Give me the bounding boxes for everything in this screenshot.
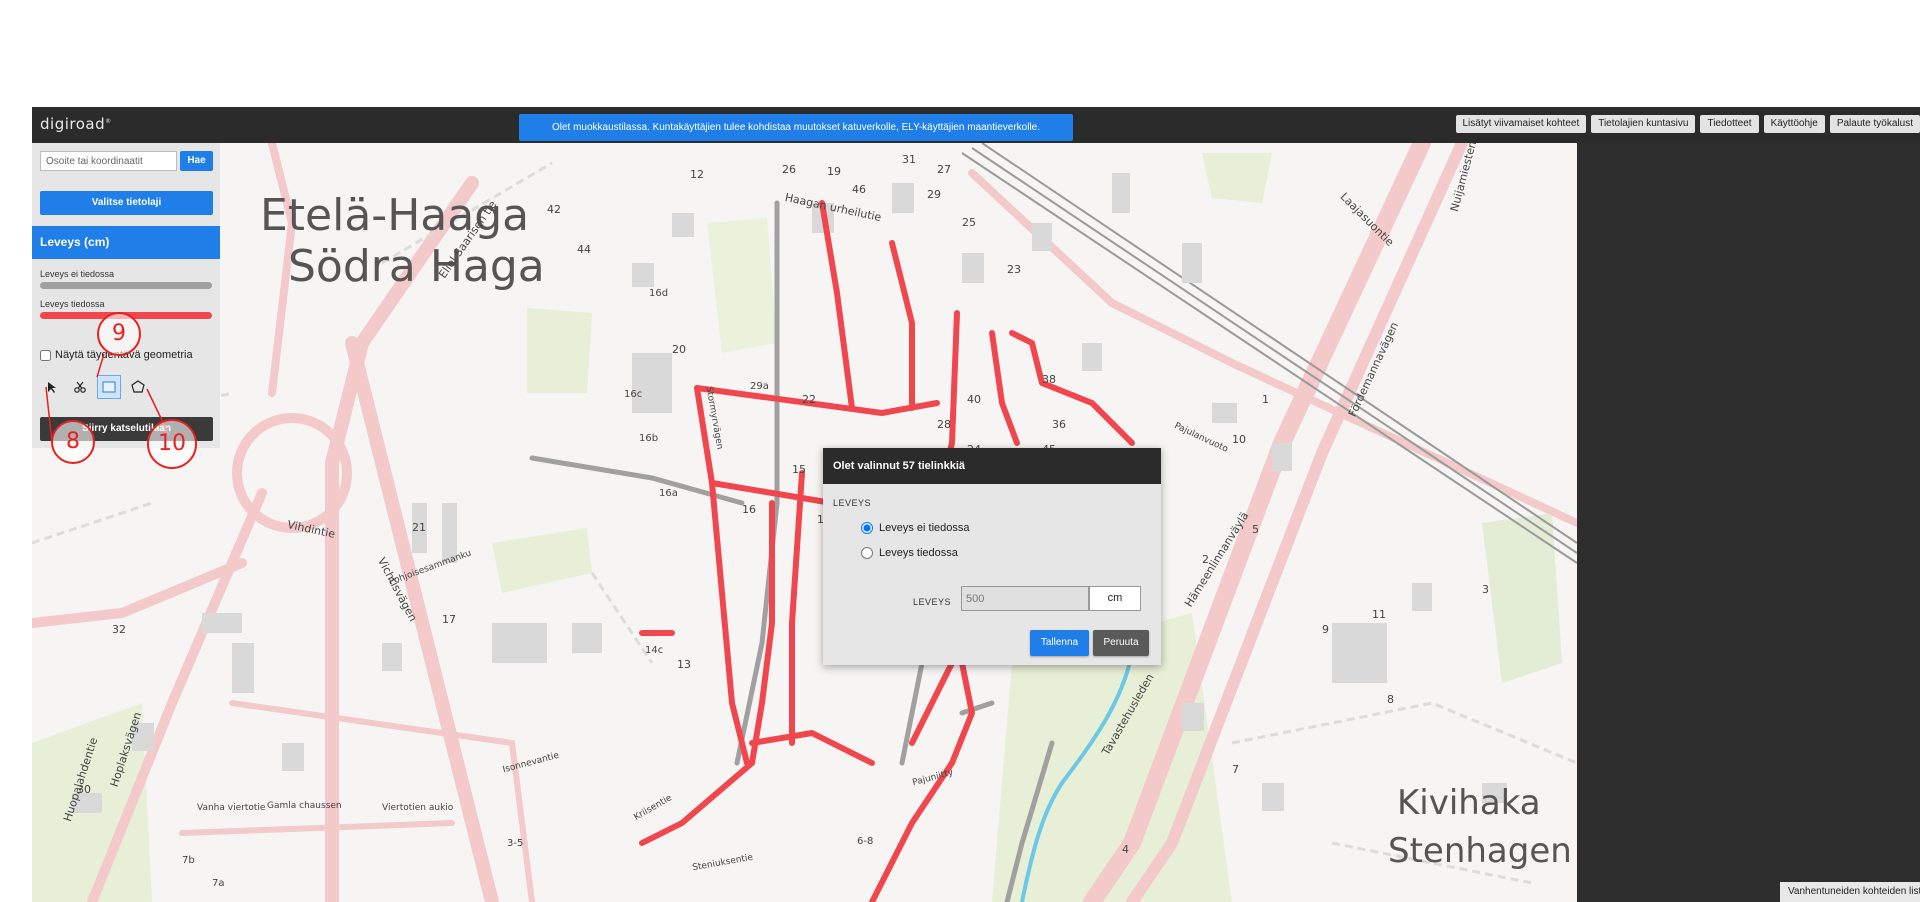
address-number: 3-5	[507, 838, 524, 849]
map-view[interactable]: Etelä-Haaga Södra Haga Kivihaka Stenhage…	[32, 143, 1577, 902]
annotation-9: 9	[97, 312, 141, 356]
address-number: 7b	[182, 855, 195, 866]
address-number: 30	[77, 783, 91, 796]
address-number: 36	[1052, 418, 1066, 431]
cancel-button[interactable]: Peruuta	[1093, 630, 1149, 656]
radio-input-known[interactable]	[861, 547, 873, 559]
width-input[interactable]	[961, 586, 1089, 611]
park-area	[1482, 513, 1562, 683]
width-unit: cm	[1089, 586, 1141, 611]
radio-width-unknown[interactable]: Leveys ei tiedossa	[861, 522, 970, 534]
save-button[interactable]: Tallenna	[1030, 630, 1089, 656]
annotation-10: 10	[147, 419, 197, 469]
address-number: 15	[792, 463, 806, 476]
address-number: 26	[782, 163, 796, 176]
address-number: 16a	[659, 488, 678, 499]
outdated-features-button[interactable]: Vanhentuneiden kohteiden lista	[1780, 882, 1920, 902]
address-number: 8	[1387, 693, 1394, 706]
radio-label-unknown: Leveys ei tiedossa	[879, 522, 970, 534]
address-number: 29	[927, 188, 941, 201]
address-number: 7a	[212, 878, 225, 889]
nav-feedback[interactable]: Palaute työkalust	[1829, 115, 1920, 133]
address-number: 13	[677, 658, 691, 671]
address-number: 9	[1322, 623, 1329, 636]
annotation-8: 8	[51, 420, 95, 464]
area-label: Södra Haga	[288, 241, 545, 292]
address-number: 4	[1122, 843, 1129, 856]
address-number: 16	[742, 503, 756, 516]
address-number: 31	[902, 153, 916, 166]
address-number: 28	[937, 418, 951, 431]
edit-mode-notice: Olet muokkaustilassa. Kuntakäyttäjien tu…	[519, 114, 1073, 141]
radio-input-unknown[interactable]	[861, 522, 873, 534]
right-side-panel: Vanhentuneiden kohteiden lista	[1577, 143, 1920, 902]
address-number: 21	[412, 521, 426, 534]
address-number: 40	[967, 393, 981, 406]
address-number: 46	[852, 183, 866, 196]
address-number: 1	[1262, 393, 1269, 406]
nav-user-guide[interactable]: Käyttöohje	[1763, 115, 1825, 133]
address-number: 38	[1042, 373, 1056, 386]
radio-width-known[interactable]: Leveys tiedossa	[861, 547, 958, 559]
park-area	[492, 528, 592, 593]
area-label: Kivihaka	[1397, 783, 1541, 823]
park-area	[527, 308, 592, 393]
address-number: 17	[442, 613, 456, 626]
address-number: 29a	[750, 381, 769, 392]
top-navigation: Lisätyt viivamaiset kohteet Tietolajien …	[1455, 115, 1920, 133]
top-bar: digiroad® Olet muokkaustilassa. Kuntakäy…	[32, 107, 1920, 143]
address-number: 27	[937, 163, 951, 176]
edit-dialog: Olet valinnut 57 tielinkkiä LEVEYS Levey…	[823, 448, 1161, 665]
map-canvas	[32, 143, 1577, 902]
radio-label-known: Leveys tiedossa	[879, 547, 958, 559]
address-number: 23	[1007, 263, 1021, 276]
park-area	[707, 218, 777, 353]
dialog-section-label: LEVEYS	[833, 498, 872, 508]
address-number: 3	[1482, 583, 1489, 596]
address-number: 22	[802, 393, 816, 406]
address-number: 10	[1232, 433, 1246, 446]
address-number: 6-8	[857, 836, 874, 847]
park-area	[1202, 153, 1272, 203]
address-number: 42	[547, 203, 561, 216]
address-number: 12	[690, 168, 704, 181]
street-label: Gamla chaussen	[267, 801, 342, 811]
address-number: 44	[577, 243, 591, 256]
address-number: 16b	[639, 433, 659, 444]
width-field-label: LEVEYS	[913, 597, 952, 607]
dialog-title: Olet valinnut 57 tielinkkiä	[823, 448, 1161, 484]
street-label: Viertotien aukio	[382, 803, 454, 813]
nav-announcements[interactable]: Tiedotteet	[1700, 115, 1759, 133]
street-label: Vanha viertotie	[197, 803, 266, 813]
address-number: 5	[1252, 523, 1259, 536]
nav-municipality-page[interactable]: Tietolajien kuntasivu	[1591, 115, 1696, 133]
app-root: digiroad® Olet muokkaustilassa. Kuntakäy…	[32, 107, 1920, 902]
address-number: 2	[1202, 553, 1209, 566]
address-number: 16c	[624, 389, 643, 400]
address-number: 11	[1372, 608, 1386, 621]
nav-added-linear-features[interactable]: Lisätyt viivamaiset kohteet	[1455, 115, 1587, 133]
address-number: 14c	[645, 645, 664, 656]
address-number: 7	[1232, 763, 1239, 776]
address-number: 19	[827, 165, 841, 178]
address-number: 20	[672, 343, 686, 356]
address-number: 32	[112, 623, 126, 636]
address-number: 16d	[649, 288, 669, 299]
area-label: Stenhagen	[1388, 831, 1572, 871]
address-number: 25	[962, 216, 976, 229]
